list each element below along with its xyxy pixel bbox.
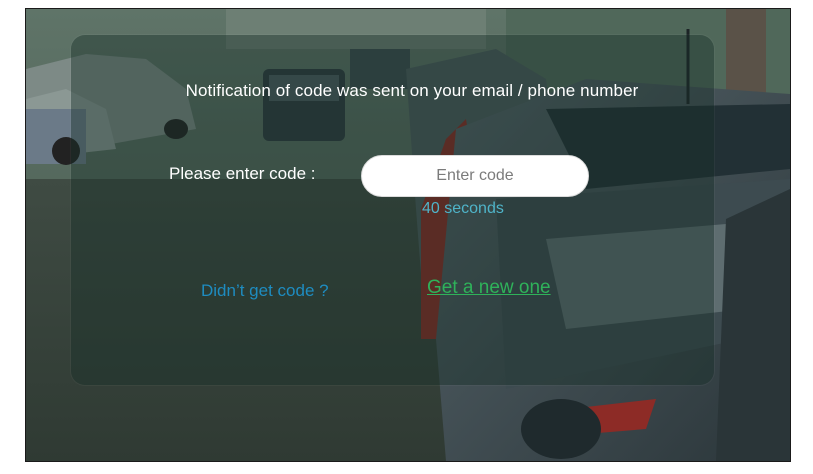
code-input[interactable] <box>361 155 589 197</box>
enter-code-label: Please enter code : <box>169 164 316 183</box>
get-new-code-link[interactable]: Get a new one <box>427 277 551 299</box>
countdown-timer: 40 seconds <box>422 200 504 217</box>
resend-prompt: Didn’t get code ? <box>201 281 329 300</box>
verification-screen: Notification of code was sent on your em… <box>25 8 791 462</box>
code-sent-notice: Notification of code was sent on your em… <box>185 81 639 100</box>
